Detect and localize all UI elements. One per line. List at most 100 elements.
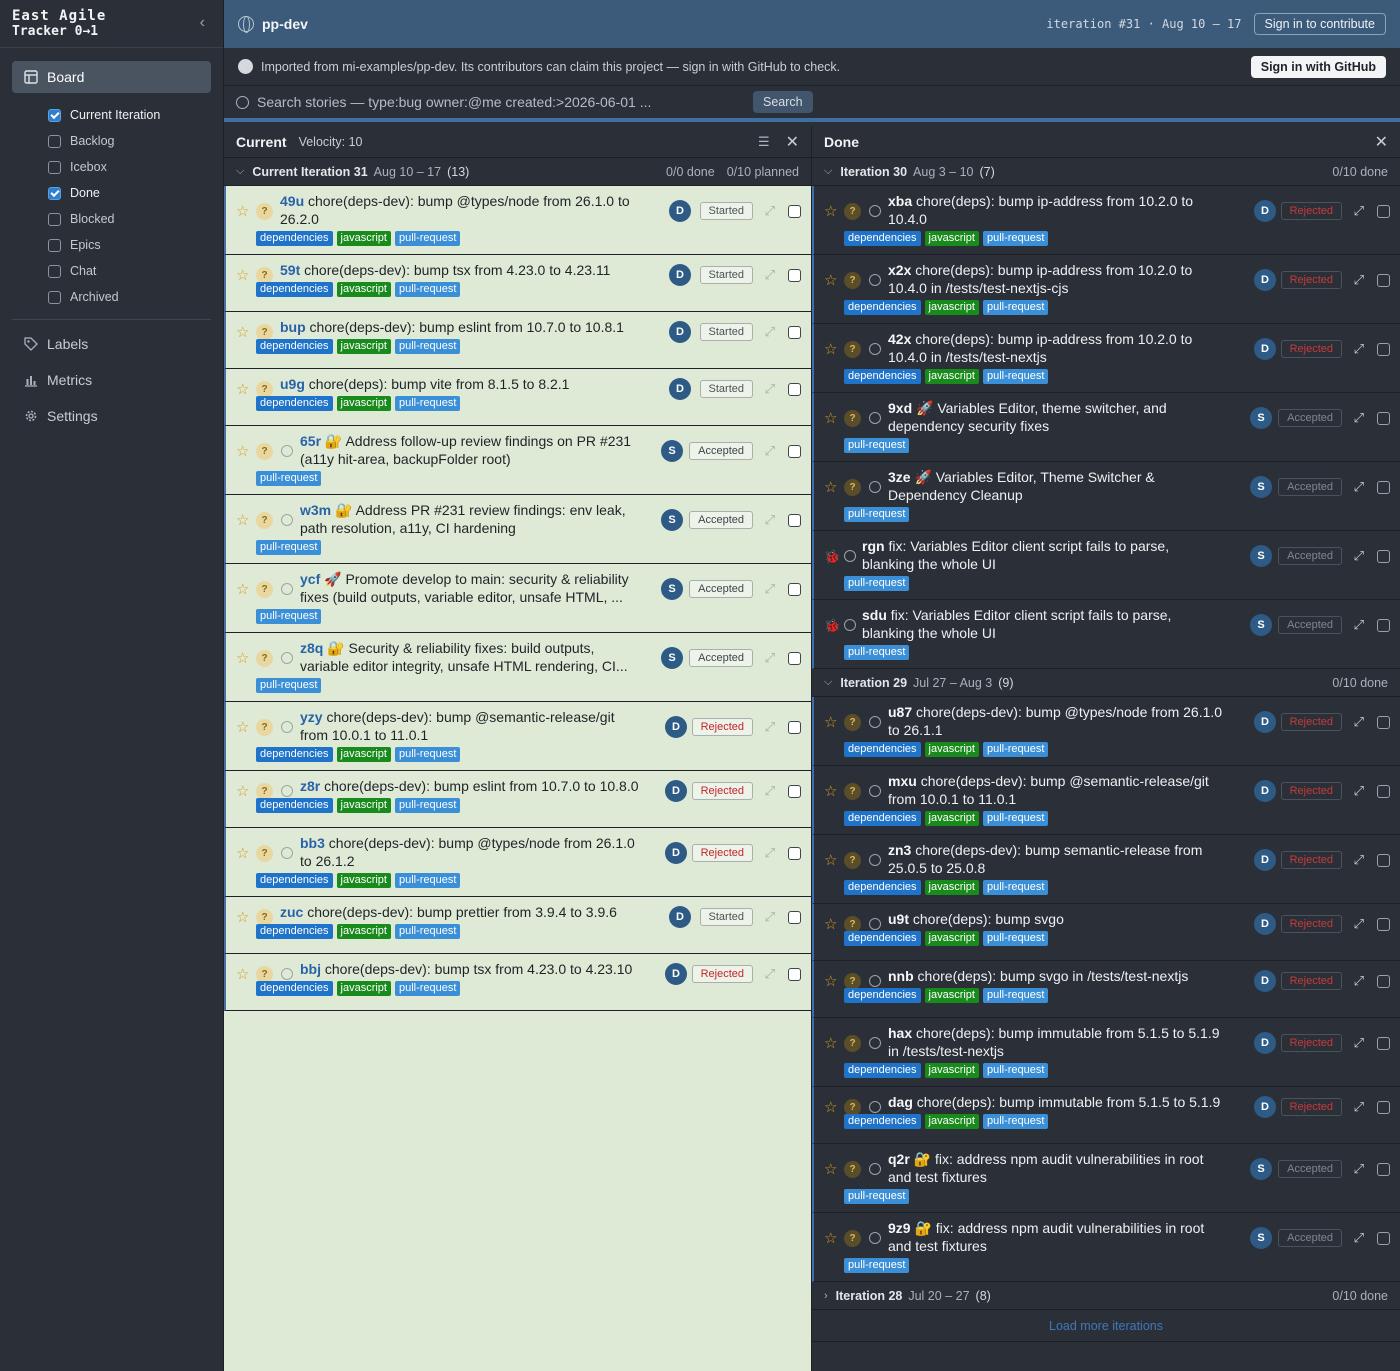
owner-avatar[interactable]: S — [1250, 614, 1272, 636]
select-checkbox[interactable] — [788, 382, 801, 396]
owner-avatar[interactable]: S — [1250, 1158, 1272, 1180]
expand-icon[interactable]: ⤢ — [1354, 548, 1364, 564]
select-checkbox[interactable] — [1377, 480, 1390, 494]
story-row[interactable]: ☆? nnb chore(deps): bump svgo in /tests/t… — [812, 961, 1400, 1018]
expand-icon[interactable]: ⤢ — [1354, 272, 1364, 288]
owner-avatar[interactable]: D — [665, 780, 687, 802]
expand-icon[interactable]: ⤢ — [765, 650, 775, 666]
label-javascript[interactable]: javascript — [336, 981, 391, 996]
panel-toggle-chat[interactable]: Chat — [48, 258, 208, 284]
label-dependencies[interactable]: dependencies — [844, 1114, 921, 1129]
story-row[interactable]: ☆? ycf 🚀 Promote develop to main: securit… — [224, 564, 811, 633]
estimate-icon[interactable]: ? — [256, 908, 273, 926]
story-title[interactable]: w3m 🔐 Address PR #231 review findings: e… — [300, 501, 626, 537]
story-row[interactable]: ☆? z8q 🔐 Security & reliability fixes: bu… — [224, 633, 811, 702]
state-button[interactable]: Rejected — [1280, 1097, 1342, 1116]
story-row[interactable]: ☆? bup chore(deps-dev): bump eslint from … — [224, 312, 811, 369]
estimate-icon[interactable]: ? — [256, 266, 273, 284]
state-button[interactable]: Rejected — [1280, 201, 1342, 220]
owner-avatar[interactable]: D — [669, 264, 691, 286]
story-title[interactable]: bbj chore(deps-dev): bump tsx from 4.23.… — [300, 960, 632, 978]
star-icon[interactable]: ☆ — [236, 965, 249, 983]
checkbox[interactable] — [48, 134, 61, 148]
story-row[interactable]: ☆? 9xd 🚀 Variables Editor, theme switcher… — [812, 393, 1400, 462]
story-id[interactable]: 9z9 — [888, 1220, 911, 1236]
star-icon[interactable]: ☆ — [236, 649, 249, 667]
expand-icon[interactable]: ⤢ — [765, 203, 775, 219]
story-row[interactable]: ☆? zn3 chore(deps-dev): bump semantic-rel… — [812, 835, 1400, 904]
story-id[interactable]: 9xd — [888, 400, 912, 416]
story-title[interactable]: 3ze 🚀 Variables Editor, Theme Switcher &… — [888, 468, 1155, 504]
story-title[interactable]: 9xd 🚀 Variables Editor, theme switcher, … — [888, 399, 1167, 435]
label-javascript[interactable]: javascript — [336, 339, 391, 354]
label-javascript[interactable]: javascript — [924, 811, 979, 826]
sign-in-button[interactable]: Sign in to contribute — [1253, 13, 1386, 35]
star-icon[interactable]: ☆ — [824, 1034, 837, 1052]
story-title[interactable]: mxu chore(deps-dev): bump @semantic-rele… — [888, 772, 1209, 808]
label-dependencies[interactable]: dependencies — [844, 300, 921, 315]
expand-icon[interactable]: ⤢ — [1354, 341, 1364, 357]
label-pull-request[interactable]: pull-request — [394, 747, 461, 762]
checkbox[interactable] — [48, 108, 61, 122]
label-javascript[interactable]: javascript — [924, 300, 979, 315]
star-icon[interactable]: ☆ — [824, 340, 837, 358]
sidebar-item-settings[interactable]: Settings — [24, 403, 98, 429]
story-title[interactable]: ycf 🚀 Promote develop to main: security … — [300, 570, 629, 606]
comment-icon[interactable] — [869, 1232, 881, 1244]
state-button[interactable]: Accepted — [1278, 1159, 1342, 1178]
label-pull-request[interactable]: pull-request — [394, 282, 461, 297]
story-id[interactable]: u9t — [888, 911, 909, 927]
load-more-iterations-link[interactable]: Load more iterations — [812, 1310, 1400, 1342]
star-icon[interactable]: ☆ — [236, 266, 249, 284]
state-button[interactable]: Accepted — [1278, 477, 1342, 496]
iteration-header[interactable]: ⌵ Current Iteration 31 Aug 10 – 17 (13) … — [224, 158, 811, 186]
label-javascript[interactable]: javascript — [924, 742, 979, 757]
story-title[interactable]: dag chore(deps): bump immutable from 5.1… — [888, 1093, 1220, 1111]
comment-icon[interactable] — [869, 1101, 881, 1113]
chevron-right-icon[interactable]: › — [824, 1290, 828, 1302]
story-row[interactable]: 🐞 sdu fix: Variables Editor client script… — [812, 600, 1400, 669]
sign-in-github-button[interactable]: Sign in with GitHub — [1250, 55, 1386, 78]
label-javascript[interactable]: javascript — [336, 282, 391, 297]
expand-icon[interactable]: ⤢ — [765, 324, 775, 340]
label-javascript[interactable]: javascript — [924, 988, 979, 1003]
owner-avatar[interactable]: D — [1254, 970, 1276, 992]
comment-icon[interactable] — [869, 274, 881, 286]
expand-icon[interactable]: ⤢ — [765, 381, 775, 397]
star-icon[interactable]: ☆ — [824, 1160, 837, 1178]
estimate-icon[interactable]: ? — [256, 782, 273, 800]
select-checkbox[interactable] — [1377, 273, 1390, 287]
label-pull-request[interactable]: pull-request — [982, 1063, 1049, 1078]
label-pull-request[interactable]: pull-request — [394, 798, 461, 813]
chevron-down-icon[interactable]: ⌵ — [824, 676, 832, 689]
checkbox[interactable] — [48, 186, 61, 200]
label-dependencies[interactable]: dependencies — [256, 981, 333, 996]
story-title[interactable]: u9g chore(deps): bump vite from 8.1.5 to… — [280, 375, 569, 393]
expand-icon[interactable]: ⤢ — [765, 443, 775, 459]
star-icon[interactable]: ☆ — [236, 380, 249, 398]
estimate-icon[interactable]: ? — [844, 1160, 861, 1178]
owner-avatar[interactable]: S — [1250, 545, 1272, 567]
select-checkbox[interactable] — [788, 325, 801, 339]
expand-icon[interactable]: ⤢ — [765, 909, 775, 925]
label-pull-request[interactable]: pull-request — [982, 231, 1049, 246]
label-pull-request[interactable]: pull-request — [982, 880, 1049, 895]
star-icon[interactable]: ☆ — [824, 915, 837, 933]
label-dependencies[interactable]: dependencies — [256, 231, 333, 246]
state-button[interactable]: Accepted — [689, 648, 753, 667]
expand-icon[interactable]: ⤢ — [765, 581, 775, 597]
state-button[interactable]: Accepted — [689, 441, 753, 460]
label-pull-request[interactable]: pull-request — [844, 1189, 910, 1204]
expand-icon[interactable]: ⤢ — [1354, 410, 1364, 426]
owner-avatar[interactable]: D — [665, 842, 687, 864]
story-title[interactable]: hax chore(deps): bump immutable from 5.1… — [888, 1024, 1220, 1060]
state-button[interactable]: Started — [699, 379, 753, 398]
story-row[interactable]: ☆? u9t chore(deps): bump svgo dependencies… — [812, 904, 1400, 961]
expand-icon[interactable]: ⤢ — [765, 719, 775, 735]
state-button[interactable]: Rejected — [691, 781, 753, 800]
expand-icon[interactable]: ⤢ — [1354, 203, 1364, 219]
label-dependencies[interactable]: dependencies — [256, 924, 333, 939]
state-button[interactable]: Rejected — [1280, 339, 1342, 358]
estimate-icon[interactable]: ? — [256, 649, 273, 667]
state-button[interactable]: Started — [699, 201, 753, 220]
